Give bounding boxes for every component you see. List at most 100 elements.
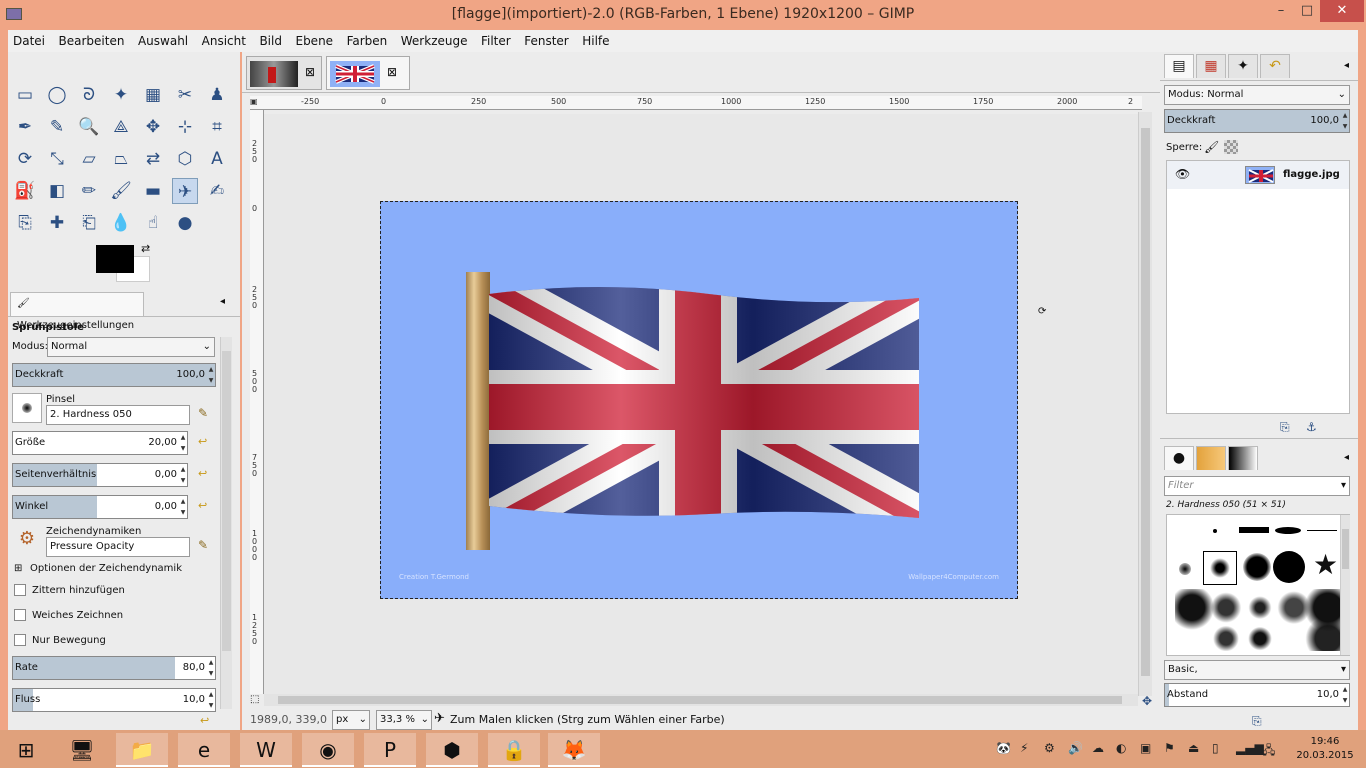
edit-icon[interactable]: ✎: [198, 538, 208, 552]
clone-icon[interactable]: ⎘: [12, 210, 38, 236]
layer-mode-select[interactable]: Modus: Normal ⌄: [1164, 85, 1350, 105]
menu-hilfe[interactable]: Hilfe: [577, 30, 614, 52]
menu-werkzeuge[interactable]: Werkzeuge: [396, 30, 473, 52]
menu-bearbeiten[interactable]: Bearbeiten: [54, 30, 130, 52]
anchor-icon[interactable]: ⚓: [1306, 420, 1317, 434]
brush-filter-input[interactable]: Filter ▾: [1164, 476, 1350, 496]
measure-icon[interactable]: ⟁: [108, 114, 134, 140]
clock[interactable]: 19:46 20.03.2015: [1290, 735, 1360, 763]
close-tab-icon[interactable]: ⊠: [387, 65, 397, 79]
signal-icon[interactable]: ▂▄▆: [1236, 741, 1264, 755]
perspective-icon[interactable]: ⏢: [108, 146, 134, 172]
selected-brush[interactable]: [1203, 551, 1237, 585]
brushes-tab-icon[interactable]: ●: [1164, 446, 1194, 470]
blend-icon[interactable]: ◧: [44, 178, 70, 204]
align-icon[interactable]: ⊹: [172, 114, 198, 140]
quick-mask-icon[interactable]: ⬚: [250, 694, 259, 705]
jitter-checkbox[interactable]: [14, 584, 26, 596]
minimize-button[interactable]: –: [1268, 0, 1294, 22]
image-tab-2[interactable]: ⊠: [326, 56, 410, 90]
vpn-icon[interactable]: 🔒: [488, 733, 540, 767]
chrome-icon[interactable]: ◉: [302, 733, 354, 767]
mode-select[interactable]: Normal ⌄: [47, 337, 215, 357]
tray-status-icon[interactable]: ◐: [1116, 741, 1126, 755]
tray-monitor-icon[interactable]: ▣: [1140, 741, 1151, 755]
scatter-brushes[interactable]: [1175, 589, 1345, 651]
angle-slider[interactable]: Winkel 0,00 ▲ ▼: [12, 495, 188, 519]
patterns-tab-icon[interactable]: [1196, 446, 1226, 470]
swap-colors-icon[interactable]: ⇄: [141, 242, 150, 255]
vertical-ruler[interactable]: 250 0 250 500 750 1000 1250: [250, 110, 264, 694]
tray-flag-icon[interactable]: ⚑: [1164, 741, 1175, 755]
reset-icon[interactable]: ↩: [200, 714, 209, 727]
pencil-icon[interactable]: ✏: [76, 178, 102, 204]
flow-slider[interactable]: Fluss 10,0 ▲ ▼: [12, 688, 216, 712]
powerpoint-icon[interactable]: P: [364, 733, 416, 767]
undo-history-tab-icon[interactable]: ↶: [1260, 54, 1290, 78]
vertical-scrollbar[interactable]: [1138, 112, 1152, 696]
opacity-slider[interactable]: Deckkraft 100,0 ▲ ▼: [12, 363, 216, 387]
size-slider[interactable]: Größe 20,00 ▲ ▼: [12, 431, 188, 455]
menu-bild[interactable]: Bild: [254, 30, 287, 52]
ruler-corner-icon[interactable]: ▣: [250, 97, 258, 106]
horizontal-ruler[interactable]: ▣ -250 0 250 500 750 1000 1250 1500 1750…: [250, 96, 1142, 110]
edit-icon[interactable]: ✎: [198, 406, 208, 420]
tray-tool-icon[interactable]: ⚙: [1044, 741, 1055, 755]
visibility-eye-icon[interactable]: 👁: [1175, 167, 1190, 181]
dynamics-icon[interactable]: ⚙: [12, 528, 42, 556]
tray-app-icon[interactable]: ⚡: [1020, 741, 1028, 755]
spinner-icon[interactable]: ▲ ▼: [1341, 684, 1349, 706]
motion-only-checkbox[interactable]: [14, 634, 26, 646]
ink-icon[interactable]: ✍: [204, 178, 230, 204]
aspect-slider[interactable]: Seitenverhältnis 0,00 ▲ ▼: [12, 463, 188, 487]
bucket-fill-icon[interactable]: ⛽: [12, 178, 38, 204]
cage-icon[interactable]: ⬡: [172, 146, 198, 172]
rect-select-icon[interactable]: ▭: [12, 82, 38, 108]
word-icon[interactable]: W: [240, 733, 292, 767]
image-tab-1[interactable]: ⊠: [246, 56, 322, 90]
brush-scrollbar[interactable]: [1340, 515, 1350, 655]
smooth-checkbox[interactable]: [14, 609, 26, 621]
network-tray-icon[interactable]: 🖧: [1262, 741, 1275, 762]
color-select-icon[interactable]: ▦: [140, 82, 166, 108]
tray-panda-icon[interactable]: 🐼: [996, 741, 1011, 755]
shear-icon[interactable]: ▱: [76, 146, 102, 172]
channels-tab-icon[interactable]: ▦: [1196, 54, 1226, 78]
paths-tab-icon[interactable]: ✦: [1228, 54, 1258, 78]
menu-ebene[interactable]: Ebene: [290, 30, 338, 52]
layer-name[interactable]: flagge.jpg: [1283, 169, 1340, 180]
gimp-icon[interactable]: 🦊: [548, 733, 600, 767]
dodge-burn-icon[interactable]: ●: [172, 210, 198, 236]
cloud-icon[interactable]: ☁: [1092, 741, 1104, 755]
flip-icon[interactable]: ⇄: [140, 146, 166, 172]
crop-icon[interactable]: ⌗: [204, 114, 230, 140]
paths-icon[interactable]: ✒: [12, 114, 38, 140]
ellipse-select-icon[interactable]: ◯: [44, 82, 70, 108]
scissors-icon[interactable]: ✂: [172, 82, 198, 108]
reset-icon[interactable]: ↩: [198, 435, 207, 448]
expand-icon[interactable]: ⊞: [14, 563, 22, 574]
menu-datei[interactable]: Datei: [8, 30, 50, 52]
eraser-icon[interactable]: ▬: [140, 178, 166, 204]
unit-select[interactable]: px ⌄: [332, 710, 370, 730]
menu-auswahl[interactable]: Auswahl: [133, 30, 193, 52]
menu-farben[interactable]: Farben: [342, 30, 393, 52]
smudge-icon[interactable]: ☝: [140, 210, 166, 236]
maximize-button[interactable]: □: [1294, 0, 1320, 22]
panel-menu-icon[interactable]: ◂: [1344, 60, 1349, 71]
battery-icon[interactable]: ▯: [1212, 741, 1219, 755]
lock-alpha-icon[interactable]: [1224, 140, 1238, 154]
rate-slider[interactable]: Rate 80,0 ▲ ▼: [12, 656, 216, 680]
spinner-icon[interactable]: ▲ ▼: [207, 689, 215, 711]
free-select-icon[interactable]: ᘐ: [76, 82, 102, 108]
foreground-color-swatch[interactable]: [96, 245, 134, 273]
text-icon[interactable]: A: [204, 146, 230, 172]
close-tab-icon[interactable]: ⊠: [305, 65, 315, 79]
windows-start-icon[interactable]: ⊞: [0, 733, 52, 767]
menu-fenster[interactable]: Fenster: [519, 30, 574, 52]
fuzzy-select-icon[interactable]: ✦: [108, 82, 134, 108]
volume-icon[interactable]: 🔊: [1068, 741, 1083, 755]
color-picker-icon[interactable]: ✎: [44, 114, 70, 140]
spinner-icon[interactable]: ▲ ▼: [179, 496, 187, 518]
brush-field[interactable]: 2. Hardness 050: [46, 405, 190, 425]
